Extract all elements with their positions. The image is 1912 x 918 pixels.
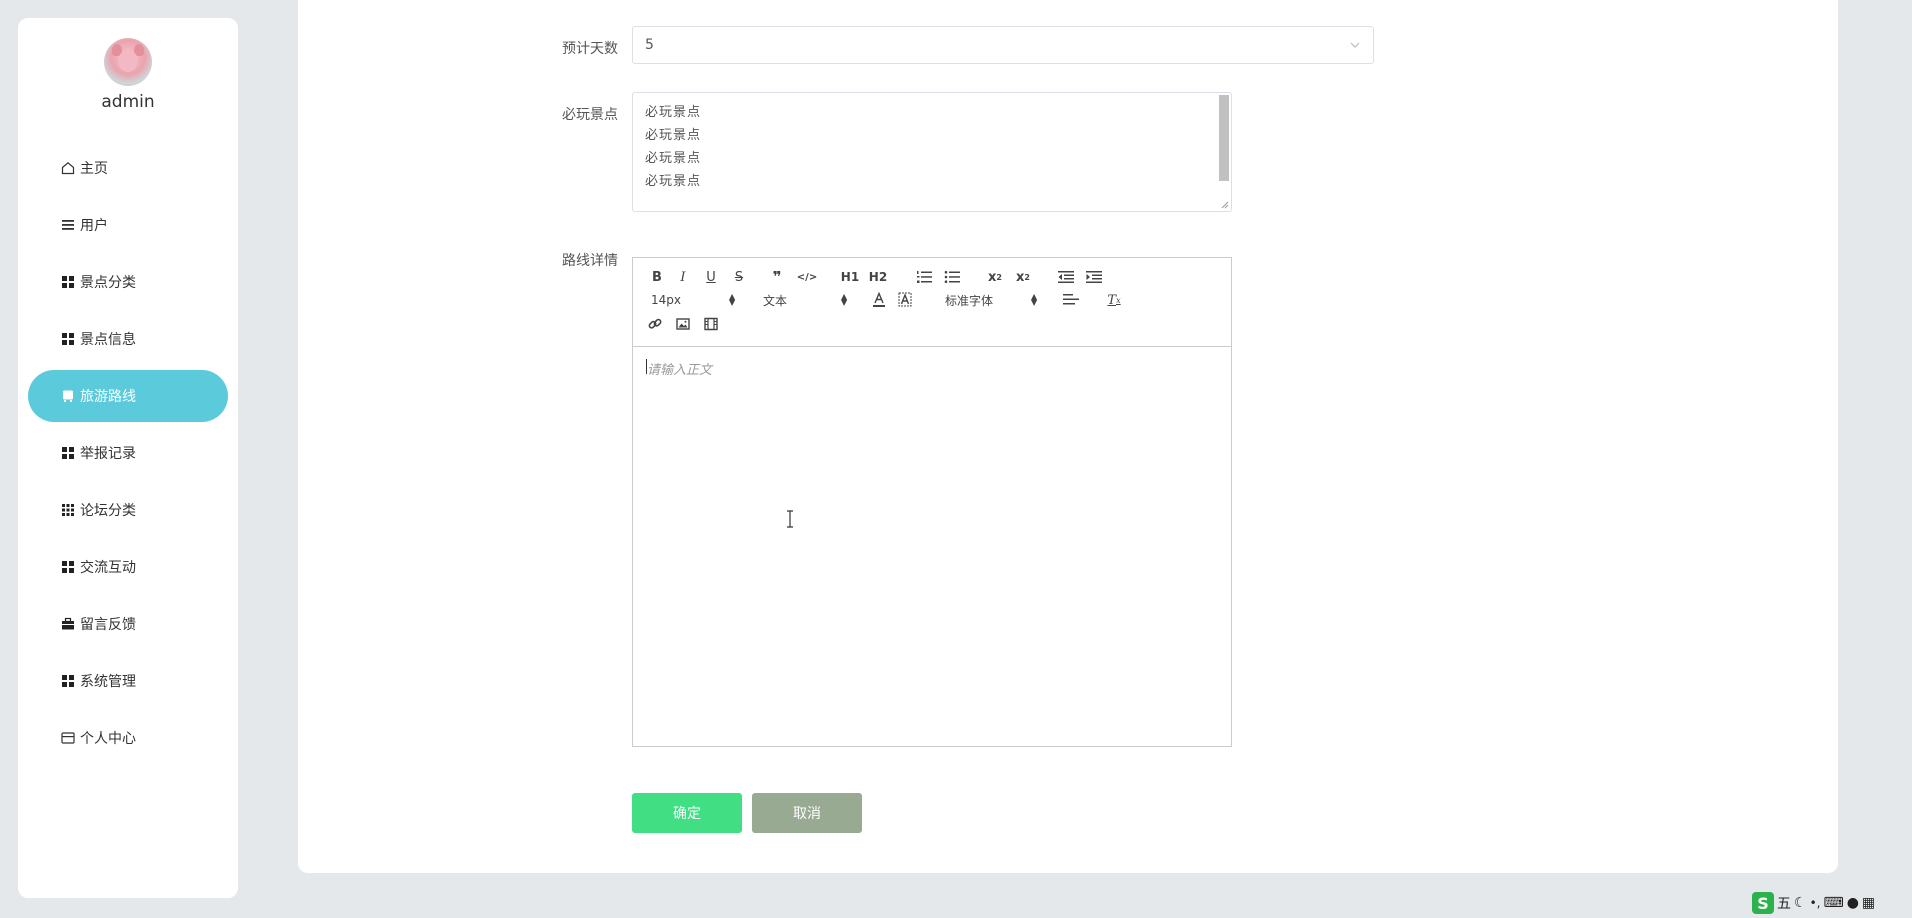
- sidebar-item-label: 个人中心: [80, 731, 136, 747]
- code-block-button[interactable]: </>: [795, 268, 819, 286]
- sidebar-item-personal-center[interactable]: 个人中心: [28, 712, 228, 764]
- chevron-down-icon: [1350, 42, 1360, 48]
- editor-placeholder: 请输入正文: [647, 363, 713, 378]
- sidebar-item-forum-category[interactable]: 论坛分类: [28, 484, 228, 536]
- rich-text-editor[interactable]: B I U S ❞ </> H1 H2 x2 x2 14px ▲ ▼ 文本 ▲ ▼: [632, 257, 1232, 747]
- username: admin: [101, 92, 155, 112]
- bullet-list-icon[interactable]: [943, 269, 961, 285]
- block-type-select[interactable]: 文本 ▲ ▼: [763, 292, 853, 308]
- grid-icon: [60, 274, 76, 290]
- align-left-icon[interactable]: [1063, 293, 1079, 307]
- text-cursor-icon: [787, 510, 793, 528]
- heading2-button[interactable]: H2: [867, 268, 889, 286]
- bus-icon: [60, 388, 76, 404]
- sidebar-item-label: 景点信息: [80, 332, 136, 348]
- font-size-value: 14px: [651, 293, 681, 307]
- grid-icon: [60, 331, 76, 347]
- details-label: 路线详情: [562, 253, 618, 269]
- spots-line: 必玩景点: [645, 128, 702, 143]
- keyboard-icon[interactable]: ⌨: [1823, 895, 1843, 911]
- sidebar-item-label: 用户: [80, 218, 108, 234]
- cancel-button[interactable]: 取消: [752, 793, 862, 833]
- sidebar-item-label: 留言反馈: [80, 617, 136, 633]
- punctuation-icon[interactable]: •,: [1810, 896, 1821, 910]
- days-select[interactable]: 5: [632, 26, 1374, 64]
- apps-icon: [60, 502, 76, 518]
- grid-icon: [60, 673, 76, 689]
- strikethrough-button[interactable]: S: [729, 268, 749, 286]
- spots-line: 必玩景点: [645, 105, 702, 120]
- sidebar-item-label: 交流互动: [80, 560, 136, 576]
- ordered-list-icon[interactable]: [915, 269, 933, 285]
- sidebar: admin 主页 用户 景点分类 景点信息 旅游路线 举报记录 论坛分类 交流互…: [18, 18, 238, 898]
- spots-line: 必玩景点: [645, 174, 702, 189]
- editor-toolbar: B I U S ❞ </> H1 H2 x2 x2 14px ▲ ▼ 文本 ▲ ▼: [633, 258, 1231, 347]
- sidebar-item-label: 旅游路线: [80, 389, 136, 405]
- avatar-face: [118, 50, 138, 72]
- superscript-button[interactable]: x2: [1013, 268, 1033, 286]
- home-icon: [60, 160, 76, 176]
- sidebar-item-label: 论坛分类: [80, 503, 136, 519]
- sidebar-item-users[interactable]: 用户: [28, 199, 228, 251]
- sidebar-item-feedback[interactable]: 留言反馈: [28, 598, 228, 650]
- resize-grip-icon[interactable]: [1221, 201, 1229, 209]
- user-icon[interactable]: ●: [1847, 895, 1859, 911]
- sogou-logo-icon[interactable]: S: [1752, 892, 1774, 914]
- link-icon[interactable]: [647, 316, 663, 332]
- textarea-scrollbar[interactable]: [1219, 95, 1229, 181]
- sidebar-item-travel-route[interactable]: 旅游路线: [28, 370, 228, 422]
- font-color-icon[interactable]: [871, 292, 887, 308]
- subscript-button[interactable]: x2: [985, 268, 1005, 286]
- sidebar-menu: 主页 用户 景点分类 景点信息 旅游路线 举报记录 论坛分类 交流互动 留言反馈…: [28, 142, 228, 769]
- list-icon: [60, 217, 76, 233]
- ime-tray: S 五 ☾ •, ⌨ ● ▦: [1748, 888, 1912, 918]
- font-size-select[interactable]: 14px ▲ ▼: [651, 292, 741, 308]
- indent-icon[interactable]: [1085, 269, 1103, 285]
- sidebar-item-label: 举报记录: [80, 446, 136, 462]
- briefcase-icon: [60, 616, 76, 632]
- days-select-value: 5: [645, 37, 654, 53]
- image-icon[interactable]: [675, 316, 691, 332]
- select-arrows-icon: ▲ ▼: [1031, 292, 1038, 307]
- grid-icon: [60, 559, 76, 575]
- block-type-value: 文本: [763, 293, 788, 308]
- italic-button[interactable]: I: [673, 268, 693, 286]
- bold-button[interactable]: B: [647, 268, 667, 286]
- sidebar-item-spot-category[interactable]: 景点分类: [28, 256, 228, 308]
- video-icon[interactable]: [703, 316, 719, 332]
- ime-mode-label[interactable]: 五: [1777, 893, 1791, 913]
- days-label: 预计天数: [562, 41, 618, 57]
- avatar[interactable]: [104, 38, 152, 86]
- sidebar-item-report-records[interactable]: 举报记录: [28, 427, 228, 479]
- sidebar-item-label: 景点分类: [80, 275, 136, 291]
- moon-icon[interactable]: ☾: [1794, 895, 1807, 911]
- heading1-button[interactable]: H1: [839, 268, 861, 286]
- outdent-icon[interactable]: [1057, 269, 1075, 285]
- select-arrows-icon: ▲ ▼: [729, 292, 736, 307]
- underline-button[interactable]: U: [701, 268, 721, 286]
- sidebar-item-label: 主页: [80, 161, 108, 177]
- spots-line: 必玩景点: [645, 151, 702, 166]
- sidebar-item-system-management[interactable]: 系统管理: [28, 655, 228, 707]
- grid-icon: [60, 445, 76, 461]
- card-icon: [60, 730, 76, 746]
- sidebar-item-spot-info[interactable]: 景点信息: [28, 313, 228, 365]
- sidebar-item-home[interactable]: 主页: [28, 142, 228, 194]
- font-family-select[interactable]: 标准字体 ▲ ▼: [945, 292, 1045, 308]
- spots-textarea[interactable]: 必玩景点 必玩景点 必玩景点 必玩景点: [632, 92, 1232, 212]
- background-color-icon[interactable]: [897, 292, 913, 308]
- clear-format-icon[interactable]: Tx: [1105, 292, 1123, 308]
- select-arrows-icon: ▲ ▼: [841, 292, 848, 307]
- blockquote-button[interactable]: ❞: [767, 268, 787, 286]
- confirm-button[interactable]: 确定: [632, 793, 742, 833]
- sidebar-item-label: 系统管理: [80, 674, 136, 690]
- apps-icon[interactable]: ▦: [1862, 895, 1875, 911]
- font-family-value: 标准字体: [945, 293, 994, 308]
- sidebar-item-communication[interactable]: 交流互动: [28, 541, 228, 593]
- spots-label: 必玩景点: [562, 107, 618, 123]
